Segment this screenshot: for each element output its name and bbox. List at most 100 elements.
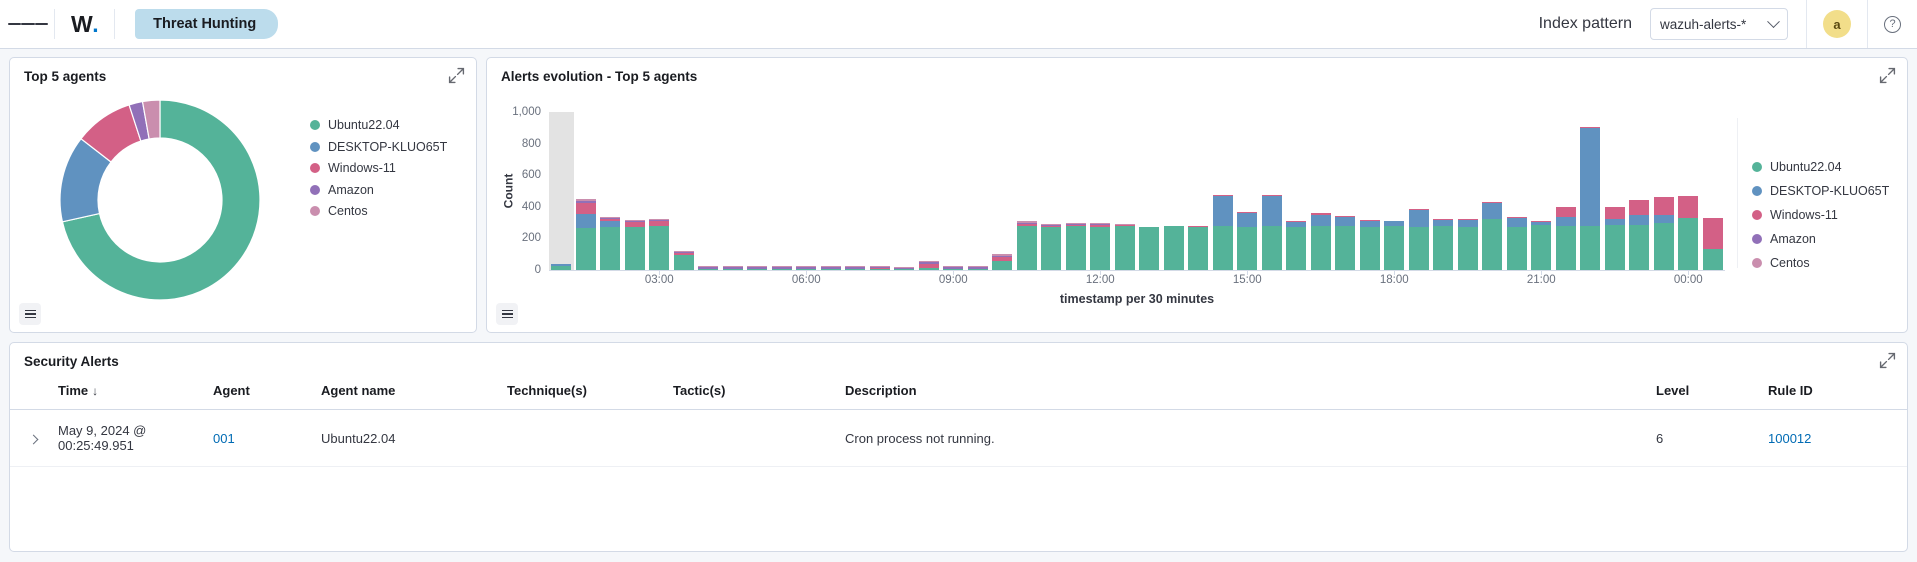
bar-segment[interactable] <box>1556 217 1576 226</box>
bar-segment[interactable] <box>1629 225 1649 270</box>
bar-column[interactable] <box>1629 200 1649 270</box>
bar-segment[interactable] <box>1654 197 1674 216</box>
bar-column[interactable] <box>1482 202 1502 270</box>
donut-legend-item[interactable]: Windows-11 <box>310 161 447 175</box>
bar-segment[interactable] <box>1041 227 1061 270</box>
bar-segment[interactable] <box>576 214 596 228</box>
bar-segment[interactable] <box>1090 227 1110 270</box>
bar-column[interactable] <box>1384 221 1404 270</box>
bar-chart-plot[interactable]: Count02004006008001,00003:0006:0009:0012… <box>489 84 1737 316</box>
donut-legend-item[interactable]: Centos <box>310 204 447 218</box>
bar-column[interactable] <box>551 264 571 270</box>
bar-segment[interactable] <box>845 269 865 270</box>
col-rule-id[interactable]: Rule ID <box>1762 369 1907 410</box>
bar-segment[interactable] <box>625 227 645 270</box>
bar-segment[interactable] <box>1678 218 1698 270</box>
col-tactic[interactable]: Tactic(s) <box>667 369 839 410</box>
wazuh-logo[interactable]: W. <box>61 11 108 38</box>
agent-link[interactable]: 001 <box>213 431 235 446</box>
bar-column[interactable] <box>1286 221 1306 270</box>
bar-segment[interactable] <box>919 268 939 270</box>
bar-column[interactable] <box>1433 219 1453 270</box>
bar-column[interactable] <box>1311 213 1331 270</box>
bar-column[interactable] <box>1237 212 1257 271</box>
bars-legend-item[interactable]: DESKTOP-KLUO65T <box>1752 184 1907 198</box>
bar-column[interactable] <box>968 266 988 270</box>
tab-threat-hunting[interactable]: Threat Hunting <box>135 9 278 39</box>
bar-segment[interactable] <box>576 228 596 270</box>
donut-chart[interactable] <box>50 90 270 310</box>
bar-column[interactable] <box>747 266 767 270</box>
donut-legend-item[interactable]: Amazon <box>310 183 447 197</box>
bar-segment[interactable] <box>698 269 718 270</box>
bar-segment[interactable] <box>1335 217 1355 227</box>
bar-segment[interactable] <box>968 269 988 270</box>
bar-segment[interactable] <box>1286 227 1306 270</box>
bar-segment[interactable] <box>1311 226 1331 270</box>
bar-segment[interactable] <box>821 269 841 270</box>
bar-segment[interactable] <box>1213 196 1233 226</box>
bars-legend-item[interactable]: Ubuntu22.04 <box>1752 160 1907 174</box>
bar-column[interactable] <box>1703 218 1723 270</box>
bar-segment[interactable] <box>1556 226 1576 270</box>
bar-column[interactable] <box>625 220 645 270</box>
bar-column[interactable] <box>1458 219 1478 270</box>
bar-segment[interactable] <box>1237 213 1257 228</box>
bar-column[interactable] <box>1041 224 1061 270</box>
bar-segment[interactable] <box>870 269 890 270</box>
expand-icon[interactable] <box>1879 67 1896 84</box>
hamburger-menu-icon[interactable] <box>8 4 48 44</box>
bar-column[interactable] <box>894 267 914 270</box>
bar-column[interactable] <box>1678 196 1698 270</box>
bar-segment[interactable] <box>1066 226 1086 270</box>
bar-column[interactable] <box>1262 195 1282 270</box>
bar-column[interactable] <box>1139 227 1159 270</box>
bar-column[interactable] <box>1409 209 1429 270</box>
col-agent-name[interactable]: Agent name <box>315 369 501 410</box>
bar-column[interactable] <box>1017 221 1037 270</box>
bar-segment[interactable] <box>1458 220 1478 227</box>
bar-segment[interactable] <box>1482 219 1502 270</box>
bar-column[interactable] <box>870 266 890 270</box>
bar-segment[interactable] <box>1433 226 1453 270</box>
bar-segment[interactable] <box>1335 226 1355 270</box>
bars-legend-toggle-icon[interactable] <box>496 303 518 325</box>
bar-column[interactable] <box>576 199 596 270</box>
bar-column[interactable] <box>1066 223 1086 270</box>
bar-column[interactable] <box>1115 224 1135 270</box>
bar-segment[interactable] <box>723 269 743 270</box>
bar-column[interactable] <box>1507 217 1527 270</box>
bar-column[interactable] <box>821 266 841 270</box>
bar-segment[interactable] <box>772 269 792 270</box>
bar-segment[interactable] <box>649 226 669 270</box>
help-icon[interactable]: ? <box>1884 16 1901 33</box>
bar-column[interactable] <box>1213 195 1233 270</box>
bar-segment[interactable] <box>1262 226 1282 270</box>
bars-legend-item[interactable]: Windows-11 <box>1752 208 1907 222</box>
donut-legend-item[interactable]: Ubuntu22.04 <box>310 118 447 132</box>
bar-segment[interactable] <box>1409 227 1429 270</box>
donut-legend-item[interactable]: DESKTOP-KLUO65T <box>310 140 447 154</box>
bar-column[interactable] <box>1360 220 1380 270</box>
bar-segment[interactable] <box>1605 225 1625 270</box>
avatar[interactable]: a <box>1823 10 1851 38</box>
donut-legend-toggle-icon[interactable] <box>19 303 41 325</box>
bar-segment[interactable] <box>1115 226 1135 270</box>
bar-segment[interactable] <box>1262 196 1282 226</box>
bar-column[interactable] <box>1335 216 1355 270</box>
col-technique[interactable]: Technique(s) <box>501 369 667 410</box>
bar-segment[interactable] <box>1703 218 1723 250</box>
bar-segment[interactable] <box>992 261 1012 270</box>
bar-segment[interactable] <box>1360 227 1380 270</box>
bar-segment[interactable] <box>1384 226 1404 270</box>
expand-icon[interactable] <box>448 67 465 84</box>
bar-segment[interactable] <box>1654 223 1674 270</box>
bars-legend-item[interactable]: Centos <box>1752 256 1907 270</box>
bar-segment[interactable] <box>1556 207 1576 217</box>
bars-legend-item[interactable]: Amazon <box>1752 232 1907 246</box>
bar-segment[interactable] <box>1458 227 1478 270</box>
bar-column[interactable] <box>1531 221 1551 270</box>
col-agent[interactable]: Agent <box>207 369 315 410</box>
bar-column[interactable] <box>1605 207 1625 270</box>
bar-segment[interactable] <box>1017 226 1037 270</box>
